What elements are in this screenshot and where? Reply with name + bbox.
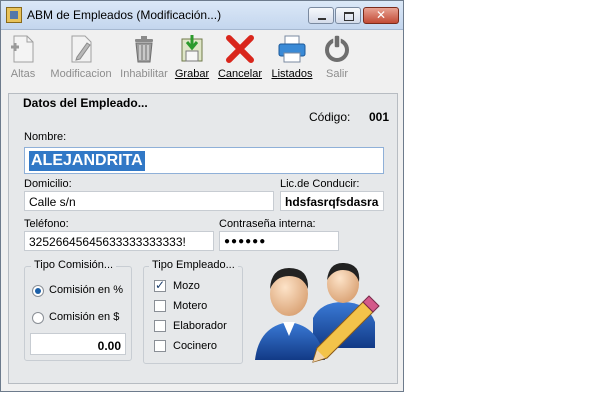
motero-label: Motero [173,300,208,312]
users-edit-icon [255,262,380,363]
telefono-input[interactable]: 32526645645633333333333! [24,231,214,251]
mozo-checkbox[interactable] [154,278,166,292]
password-label: Contraseña interna: [219,218,316,230]
licencia-input[interactable]: hdsfasrqfsdasra [280,191,384,211]
comision-porcentaje-radio[interactable] [32,285,44,297]
modificacion-label: Modificacion [50,68,112,80]
domicilio-input[interactable]: Calle s/n [24,191,274,211]
password-value: ●●●●●● [224,236,267,247]
listados-label: Listados [271,68,313,80]
comision-pesos-radio[interactable] [32,312,44,324]
licencia-label: Lic.de Conducir: [280,178,360,190]
domicilio-value: Calle s/n [29,195,76,209]
cancel-icon [226,35,254,63]
tipo-empleado-title: Tipo Empleado... [149,259,238,271]
section-title: Datos del Empleado... [23,96,148,110]
abm-empleados-window: ABM de Empleados (Modificación...) ✕ Alt… [0,0,404,392]
toolbar: Altas Modificacion Inhabilitar Grabar Ca… [1,30,403,84]
listados-button[interactable]: Listados [269,30,315,84]
inhabilitar-button[interactable]: Inhabilitar [119,30,169,84]
cancelar-button[interactable]: Cancelar [217,30,263,84]
tipo-comision-group: Tipo Comisión... Comisión en % Comisión … [24,259,132,361]
altas-button[interactable]: Altas [5,30,41,84]
edit-document-icon [71,35,92,63]
minimize-icon [309,8,333,23]
codigo-value: 001 [369,110,390,124]
close-icon: ✕ [375,8,387,22]
power-icon [325,34,349,62]
comision-pesos-label: Comisión en $ [49,311,120,323]
elaborador-label: Elaborador [173,320,227,332]
trash-icon [135,36,153,63]
cocinero-label: Cocinero [173,340,218,352]
comision-amount-input[interactable]: 0.00 [30,333,126,355]
minimize-button[interactable] [308,7,334,24]
mozo-label: Mozo [173,280,200,292]
telefono-label: Teléfono: [24,218,69,230]
save-icon [181,35,203,62]
grabar-button[interactable]: Grabar [172,30,212,84]
nombre-label: Nombre: [24,131,67,143]
licencia-value: hdsfasrqfsdasra [285,195,379,209]
printer-icon [278,35,306,63]
new-document-icon [11,35,34,63]
telefono-value: 32526645645633333333333! [29,235,186,249]
comision-porcentaje-label: Comisión en % [49,284,123,296]
cancelar-label: Cancelar [217,68,263,80]
inhabilitar-label: Inhabilitar [120,68,168,80]
elaborador-checkbox[interactable] [154,320,166,332]
nombre-input[interactable]: ALEJANDRITA [24,147,384,174]
tipo-empleado-group: Tipo Empleado... Mozo Motero Elaborador … [143,259,243,364]
modificacion-button[interactable]: Modificacion [47,30,115,84]
nombre-value: ALEJANDRITA [29,151,145,171]
comision-amount-value: 0.00 [97,339,121,353]
title-bar[interactable]: ABM de Empleados (Modificación...) ✕ [1,1,403,30]
motero-checkbox[interactable] [154,300,166,312]
grabar-label: Grabar [174,68,210,80]
domicilio-label: Domicilio: [24,178,72,190]
cocinero-checkbox[interactable] [154,340,166,352]
tipo-comision-title: Tipo Comisión... [31,259,117,271]
close-button[interactable]: ✕ [363,7,399,24]
password-input[interactable]: ●●●●●● [219,231,339,251]
altas-label: Altas [10,68,36,80]
salir-button[interactable]: Salir [323,30,351,84]
window-title: ABM de Empleados (Modificación...) [27,8,222,22]
app-icon [6,7,22,23]
maximize-icon [336,8,360,23]
salir-label: Salir [325,68,348,80]
maximize-button[interactable] [335,7,361,24]
codigo-label: Código: [309,110,351,124]
